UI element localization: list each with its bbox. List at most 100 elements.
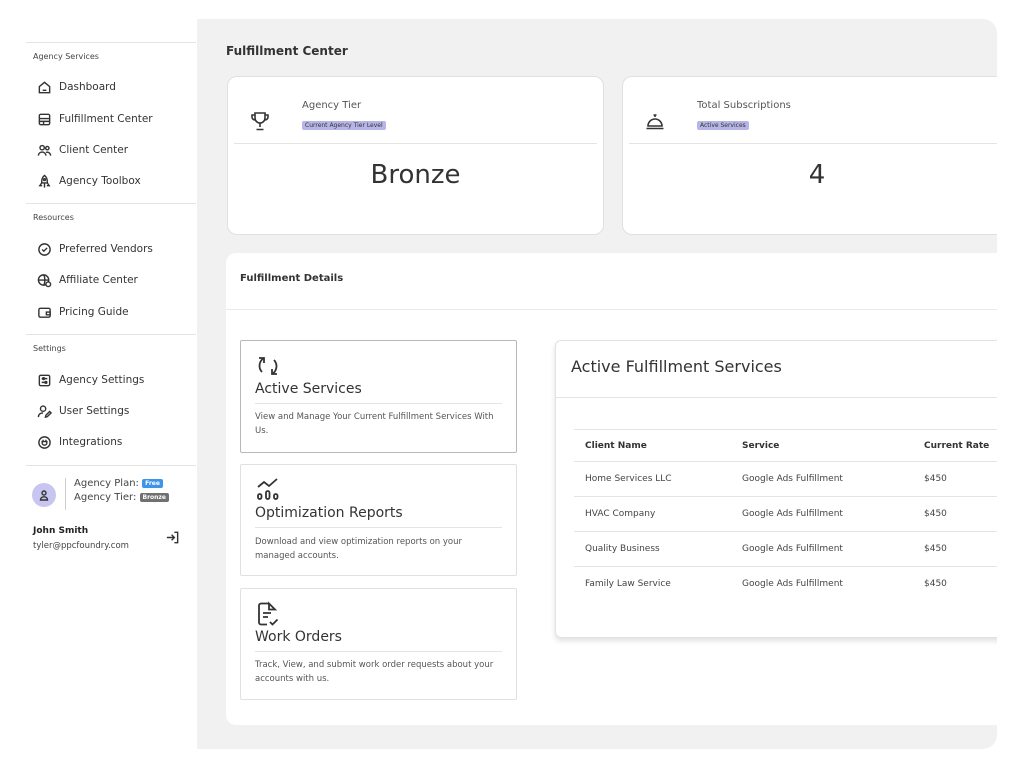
total-subscriptions-value: 4	[808, 160, 826, 190]
sidebar-item-label: Client Center	[59, 144, 129, 156]
column-header-service[interactable]: Service	[742, 441, 779, 451]
table-divider	[574, 531, 997, 532]
fulfillment-details-panel: Fulfillment Details Active Services View…	[226, 253, 997, 725]
trophy-icon	[249, 110, 271, 132]
agency-tier-value: Bronze	[370, 160, 461, 190]
cell-client-name: Home Services LLC	[585, 474, 672, 484]
plug-icon	[36, 434, 52, 450]
sidebar-item-label: Affiliate Center	[59, 274, 138, 286]
optimization-reports-card[interactable]: Optimization Reports Download and view o…	[240, 464, 517, 576]
stat-pill: Active Services	[697, 121, 749, 130]
cell-rate: $450	[924, 544, 947, 554]
cell-client-name: Quality Business	[585, 544, 660, 554]
section-divider	[226, 309, 997, 310]
sidebar-divider	[26, 203, 196, 204]
sidebar-item-label: Fulfillment Center	[59, 113, 153, 125]
stat-pill: Current Agency Tier Level	[302, 121, 386, 130]
sidebar-item-dashboard[interactable]: Dashboard	[36, 77, 116, 97]
sidebar-divider	[26, 465, 196, 466]
sidebar-item-label: Agency Settings	[59, 374, 145, 386]
agency-tier-card: Agency Tier Current Agency Tier Level Br…	[227, 76, 604, 235]
stat-label: Total Subscriptions	[697, 100, 791, 111]
main-content: Fulfillment Center Agency Tier Current A…	[197, 19, 997, 749]
shield-check-icon	[36, 241, 52, 257]
wallet-icon	[36, 304, 52, 320]
user-panel-separator	[65, 478, 66, 510]
logout-icon	[166, 531, 179, 544]
section-title-settings: Settings	[33, 344, 66, 353]
cell-service: Google Ads Fulfillment	[742, 474, 843, 484]
feature-description: Download and view optimization reports o…	[255, 537, 463, 561]
active-services-card[interactable]: Active Services View and Manage Your Cur…	[240, 340, 517, 453]
feature-divider	[255, 403, 502, 404]
sidebar-item-agency-toolbox[interactable]: Agency Toolbox	[36, 171, 141, 191]
avatar[interactable]	[32, 483, 56, 507]
stat-label: Agency Tier	[302, 100, 362, 111]
sidebar-item-pricing-guide[interactable]: Pricing Guide	[36, 302, 129, 322]
sidebar-item-agency-settings[interactable]: Agency Settings	[36, 370, 144, 390]
sidebar: Agency Services Dashboard Fulfillment Ce…	[0, 0, 197, 768]
logout-button[interactable]	[165, 530, 181, 546]
total-subscriptions-card: Total Subscriptions Active Services 4	[622, 76, 997, 235]
cell-rate: $450	[924, 509, 947, 519]
stat-divider	[629, 143, 997, 144]
active-fulfillment-services-card: Active Fulfillment Services Client Name …	[555, 340, 997, 638]
cell-service: Google Ads Fulfillment	[742, 544, 843, 554]
inbox-icon	[36, 111, 52, 127]
service-bell-icon	[644, 110, 666, 132]
plan-badge: Free	[142, 478, 163, 488]
section-title-resources: Resources	[33, 213, 74, 222]
sidebar-item-fulfillment-center[interactable]: Fulfillment Center	[36, 109, 153, 129]
sidebar-item-label: User Settings	[59, 405, 130, 417]
tier-badge: Bronze	[139, 492, 169, 502]
section-heading: Fulfillment Details	[240, 273, 344, 284]
sidebar-item-label: Agency Toolbox	[59, 175, 141, 187]
sidebar-divider	[26, 334, 196, 335]
feature-title: Optimization Reports	[255, 505, 403, 521]
column-header-current-rate[interactable]: Current Rate	[924, 441, 989, 451]
cell-rate: $450	[924, 474, 947, 484]
globe-dollar-icon	[36, 272, 52, 288]
table-divider	[574, 566, 997, 567]
sidebar-item-label: Preferred Vendors	[59, 243, 153, 255]
agency-tier-line: Agency Tier: Bronze	[74, 492, 169, 503]
sidebar-item-label: Integrations	[59, 436, 123, 448]
user-icon	[39, 490, 49, 501]
users-icon	[36, 142, 52, 158]
card-title: Active Fulfillment Services	[571, 357, 782, 376]
sidebar-item-label: Pricing Guide	[59, 306, 129, 318]
cell-client-name: Family Law Service	[585, 579, 671, 589]
work-orders-card[interactable]: Work Orders Track, View, and submit work…	[240, 588, 517, 700]
agency-plan-label: Agency Plan:	[74, 478, 139, 489]
column-header-client-name[interactable]: Client Name	[585, 441, 647, 451]
feature-description: View and Manage Your Current Fulfillment…	[255, 412, 494, 436]
table-divider	[574, 461, 997, 462]
document-check-icon	[255, 601, 283, 629]
sidebar-item-user-settings[interactable]: User Settings	[36, 401, 129, 421]
rocket-icon	[36, 173, 52, 189]
cell-rate: $450	[924, 579, 947, 589]
sidebar-item-affiliate-center[interactable]: Affiliate Center	[36, 270, 138, 290]
user-email: tyler@ppcfoundry.com	[33, 541, 129, 551]
cell-client-name: HVAC Company	[585, 509, 656, 519]
chart-trend-icon	[255, 475, 283, 503]
user-edit-icon	[36, 403, 52, 419]
feature-description: Track, View, and submit work order reque…	[255, 660, 494, 684]
sidebar-item-integrations[interactable]: Integrations	[36, 432, 122, 452]
sidebar-divider	[26, 42, 196, 43]
stat-divider	[234, 143, 597, 144]
cell-service: Google Ads Fulfillment	[742, 509, 843, 519]
agency-tier-label: Agency Tier:	[74, 492, 137, 503]
cell-service: Google Ads Fulfillment	[742, 579, 843, 589]
sidebar-item-label: Dashboard	[59, 81, 116, 93]
sidebar-item-client-center[interactable]: Client Center	[36, 140, 128, 160]
section-title-agency-services: Agency Services	[33, 52, 99, 61]
sidebar-item-preferred-vendors[interactable]: Preferred Vendors	[36, 239, 153, 259]
user-name: John Smith	[33, 526, 89, 536]
feature-title: Work Orders	[255, 629, 342, 645]
page-title: Fulfillment Center	[226, 44, 348, 58]
feature-divider	[255, 651, 502, 652]
table-divider	[574, 429, 997, 430]
refresh-icon	[255, 353, 283, 381]
feature-title: Active Services	[255, 381, 362, 397]
